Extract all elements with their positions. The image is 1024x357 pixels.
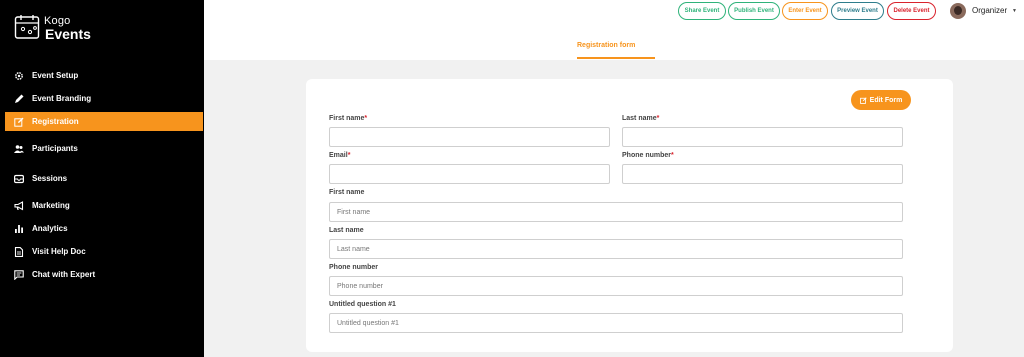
active-tab-indicator	[577, 57, 655, 59]
chevron-down-icon[interactable]: ▼	[1012, 8, 1017, 14]
last-name-input[interactable]: Last name	[329, 239, 903, 259]
sidebar-item-label: Event Branding	[32, 94, 92, 103]
last-name-required-input[interactable]	[622, 127, 903, 147]
inbox-icon	[14, 174, 24, 183]
sidebar-item-label: Visit Help Doc	[32, 247, 86, 256]
sidebar-item-label: Sessions	[32, 174, 68, 183]
megaphone-icon	[14, 200, 24, 210]
phone-number-label: Phone number	[329, 264, 379, 271]
sidebar-item-participants[interactable]: Participants	[5, 139, 203, 158]
delete-event-button[interactable]: Delete Event	[887, 2, 936, 20]
first-name-input[interactable]: First name	[329, 202, 903, 222]
sidebar-item-analytics[interactable]: Analytics	[5, 219, 203, 238]
gear-icon	[15, 71, 23, 80]
sidebar: Kogo Events Event Setup Event Branding R…	[0, 0, 204, 357]
untitled-question-label: Untitled question #1	[329, 301, 396, 308]
document-icon	[14, 246, 24, 257]
tab-registration-form[interactable]: Registration form	[577, 42, 635, 49]
edit-form-label: Edit Form	[869, 96, 903, 104]
calendar-logo-icon	[14, 15, 40, 39]
share-event-button[interactable]: Share Event	[678, 2, 726, 20]
email-required-label: Email*	[329, 152, 351, 159]
chat-icon	[14, 269, 24, 280]
sidebar-item-sessions[interactable]: Sessions	[5, 169, 203, 188]
user-menu-label[interactable]: Organizer	[972, 6, 1007, 15]
pencil-icon	[15, 94, 24, 103]
last-name-required-label: Last name*	[622, 115, 660, 122]
untitled-question-input[interactable]: Untitled question #1	[329, 313, 903, 333]
phone-required-input[interactable]	[622, 164, 903, 184]
edit-icon	[14, 117, 24, 127]
preview-event-button[interactable]: Preview Event	[831, 2, 884, 20]
phone-required-label: Phone number*	[622, 152, 674, 159]
sidebar-item-label: Marketing	[32, 201, 70, 210]
sidebar-item-label: Event Setup	[32, 71, 79, 80]
first-name-required-label: First name*	[329, 115, 368, 122]
enter-event-button[interactable]: Enter Event	[782, 2, 828, 20]
sidebar-item-chat-expert[interactable]: Chat with Expert	[5, 265, 203, 284]
sidebar-item-help-doc[interactable]: Visit Help Doc	[5, 242, 203, 261]
edit-form-button[interactable]: Edit Form	[851, 90, 911, 110]
bar-chart-icon	[15, 224, 23, 233]
sidebar-item-event-branding[interactable]: Event Branding	[5, 89, 203, 108]
kogo-events-logo[interactable]: Kogo Events	[14, 14, 134, 44]
phone-number-input[interactable]: Phone number	[329, 276, 903, 296]
publish-event-button[interactable]: Publish Event	[728, 2, 780, 20]
sidebar-item-label: Participants	[32, 144, 78, 153]
edit-icon	[859, 96, 867, 104]
first-name-label: First name	[329, 189, 365, 196]
brand-line-2: Events	[45, 26, 91, 42]
sidebar-item-marketing[interactable]: Marketing	[5, 196, 203, 215]
email-field[interactable]	[329, 164, 610, 184]
users-icon	[14, 144, 24, 153]
avatar[interactable]	[950, 3, 966, 19]
last-name-label: Last name	[329, 227, 364, 234]
sidebar-item-label: Analytics	[32, 224, 68, 233]
sidebar-item-label: Registration	[32, 117, 79, 126]
sidebar-item-registration[interactable]: Registration	[5, 112, 203, 131]
sidebar-item-label: Chat with Expert	[32, 270, 96, 279]
sidebar-item-event-setup[interactable]: Event Setup	[5, 66, 203, 85]
first-name-required-input[interactable]	[329, 127, 610, 147]
